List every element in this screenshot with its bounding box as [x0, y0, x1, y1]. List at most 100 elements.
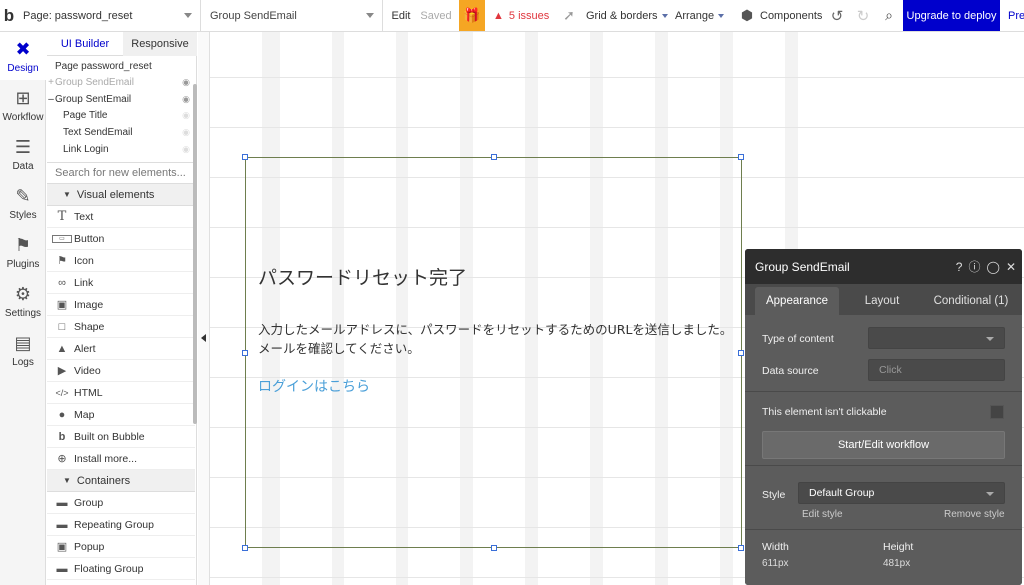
- tree-tabs: UI Builder Responsive: [47, 32, 197, 56]
- container-repeating-group[interactable]: ▬ Repeating Group: [47, 514, 195, 536]
- rail-item-logs[interactable]: ▤ Logs: [0, 326, 46, 374]
- grid-borders-menu[interactable]: Grid & borders: [586, 0, 668, 31]
- upgrade-button[interactable]: Upgrade to deploy: [903, 0, 1000, 31]
- page-select[interactable]: Page: password_reset: [18, 0, 201, 31]
- search-icon[interactable]: ⌕: [880, 0, 898, 31]
- gift-icon[interactable]: 🎁: [459, 0, 485, 31]
- rail-item-workflow[interactable]: ⊞ Workflow: [0, 81, 46, 129]
- link-login[interactable]: ログインはこちら: [258, 376, 370, 396]
- issues-button[interactable]: ▲ 5 issues: [493, 0, 553, 31]
- page-title[interactable]: パスワードリセット完了: [258, 263, 467, 290]
- arrange-menu[interactable]: Arrange: [675, 0, 731, 31]
- rail-item-plugins[interactable]: ⚑ Plugins: [0, 228, 46, 276]
- element-built-on-bubble[interactable]: b Built on Bubble: [47, 426, 195, 448]
- container-floating-group[interactable]: ▬ Floating Group: [47, 558, 195, 580]
- eye-icon[interactable]: ◉: [182, 77, 190, 88]
- rail-item-settings[interactable]: ⚙ Settings: [0, 277, 46, 325]
- tree-item-page-title[interactable]: Page Title ◉: [47, 107, 195, 123]
- bubble-logo[interactable]: b: [0, 0, 18, 31]
- tree-item-page[interactable]: Page password_reset: [47, 58, 195, 74]
- width-value[interactable]: 611px: [762, 558, 789, 569]
- tree-item-group-sentemail[interactable]: – Group SentEmail ◉: [47, 91, 195, 107]
- eye-icon[interactable]: ◉: [182, 110, 190, 121]
- panel-collapse-strip[interactable]: [198, 32, 210, 585]
- edit-style-link[interactable]: Edit style: [802, 509, 843, 520]
- style-select[interactable]: Default Group: [798, 482, 1005, 504]
- comment-icon[interactable]: ◯: [987, 260, 1000, 274]
- eye-icon[interactable]: ◉: [182, 94, 190, 105]
- resize-handle[interactable]: [242, 545, 248, 551]
- text-sendemail-line2[interactable]: メールを確認してください。: [258, 338, 420, 357]
- resize-handle[interactable]: [491, 545, 497, 551]
- resize-handle[interactable]: [491, 154, 497, 160]
- preview-button[interactable]: Pre: [1008, 0, 1024, 31]
- expand-icon[interactable]: +: [47, 77, 55, 88]
- element-video[interactable]: ▶ Video: [47, 360, 195, 382]
- cursor-icon[interactable]: ➚: [560, 0, 578, 31]
- resize-handle[interactable]: [738, 154, 744, 160]
- element-label: Video: [74, 364, 101, 377]
- element-link[interactable]: ∞ Link: [47, 272, 195, 294]
- cube-icon[interactable]: ⬢: [738, 0, 756, 31]
- tab-appearance[interactable]: Appearance: [755, 287, 839, 315]
- components-button[interactable]: Components: [760, 0, 822, 31]
- divider: [745, 391, 1022, 392]
- container-popup[interactable]: ▣ Popup: [47, 536, 195, 558]
- container-group[interactable]: ▬ Group: [47, 492, 195, 514]
- issues-label: 5 issues: [508, 9, 550, 22]
- type-of-content-select[interactable]: [868, 327, 1005, 349]
- logs-icon: ▤: [14, 332, 32, 353]
- element-map[interactable]: ● Map: [47, 404, 195, 426]
- start-edit-workflow-button[interactable]: Start/Edit workflow: [762, 431, 1005, 459]
- search-elements-input[interactable]: Search for new elements...: [47, 162, 195, 184]
- containers-header[interactable]: ▼ Containers: [47, 470, 195, 492]
- rail-item-data[interactable]: ☰ Data: [0, 130, 46, 178]
- collapse-icon[interactable]: –: [47, 94, 55, 105]
- not-clickable-checkbox[interactable]: [990, 405, 1004, 419]
- element-icon[interactable]: ⚑ Icon: [47, 250, 195, 272]
- element-alert[interactable]: ▲ Alert: [47, 338, 195, 360]
- tab-ui-builder[interactable]: UI Builder: [47, 32, 123, 56]
- element-button[interactable]: ▭ Button: [47, 228, 195, 250]
- resize-handle[interactable]: [738, 545, 744, 551]
- element-text[interactable]: T Text: [47, 206, 195, 228]
- remove-style-link[interactable]: Remove style: [944, 509, 1005, 520]
- rail-item-design[interactable]: ✖ Design: [0, 32, 46, 80]
- rail-item-styles[interactable]: ✎ Styles: [0, 179, 46, 227]
- collapse-arrow-icon[interactable]: [201, 334, 206, 342]
- close-icon[interactable]: ✕: [1006, 260, 1016, 274]
- property-editor-header[interactable]: Group SendEmail ? ⓘ ◯ ✕: [745, 249, 1022, 284]
- plus-circle-icon: ⊕: [57, 453, 67, 465]
- element-html[interactable]: </> HTML: [47, 382, 195, 404]
- undo-icon[interactable]: ↺: [829, 0, 845, 31]
- bell-icon: ▲: [56, 342, 68, 355]
- data-source-input[interactable]: Click: [868, 359, 1005, 381]
- text-sendemail-line1[interactable]: 入力したメールアドレスに、パスワードをリセットするためのURLを送信しました。: [258, 319, 732, 338]
- element-install-more[interactable]: ⊕ Install more...: [47, 448, 195, 470]
- tree-item-group-sendemail[interactable]: + Group SendEmail ◉: [47, 74, 195, 90]
- height-value[interactable]: 481px: [883, 558, 910, 569]
- eye-icon[interactable]: ◉: [182, 127, 190, 138]
- data-icon: ☰: [14, 136, 32, 157]
- styles-icon: ✎: [15, 185, 31, 206]
- info-icon[interactable]: ⓘ: [968, 258, 980, 275]
- visual-elements-header[interactable]: ▼ Visual elements: [47, 184, 195, 206]
- element-image[interactable]: ▣ Image: [47, 294, 195, 316]
- element-select[interactable]: Group SendEmail: [201, 0, 383, 31]
- tree-item-text-sendemail[interactable]: Text SendEmail ◉: [47, 124, 195, 140]
- tab-responsive[interactable]: Responsive: [123, 32, 197, 56]
- tree-scrollbar[interactable]: [193, 84, 197, 424]
- edit-button[interactable]: Edit: [388, 0, 414, 31]
- resize-handle[interactable]: [242, 154, 248, 160]
- tree-item-link-login[interactable]: Link Login ◉: [47, 141, 195, 157]
- redo-icon[interactable]: ↻: [855, 0, 871, 31]
- tab-layout[interactable]: Layout: [845, 287, 919, 315]
- help-icon[interactable]: ?: [956, 260, 963, 274]
- element-shape[interactable]: □ Shape: [47, 316, 195, 338]
- resize-handle[interactable]: [738, 350, 744, 356]
- eye-icon[interactable]: ◉: [182, 144, 190, 155]
- tab-conditional[interactable]: Conditional (1): [923, 287, 1019, 315]
- popup-icon: ▣: [56, 541, 68, 553]
- element-label: Install more...: [74, 452, 138, 465]
- resize-handle[interactable]: [242, 350, 248, 356]
